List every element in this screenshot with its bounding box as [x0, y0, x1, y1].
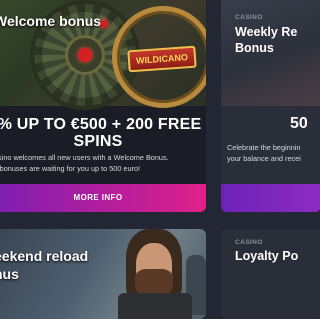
- description-line-2: c bonuses are waiting for you up to 500 …: [0, 164, 141, 173]
- red-gem-small: [100, 20, 108, 28]
- title-line-1: Weekly Re: [235, 25, 298, 39]
- card-description: Celebrate the beginnin your balance and …: [227, 142, 320, 164]
- title-line-2: Bonus: [235, 41, 274, 55]
- card-title: Loyalty Po: [235, 249, 299, 263]
- bonus-offer-text: 50: [290, 115, 308, 132]
- offer-line-2: SPINS: [73, 133, 123, 150]
- wildicano-logo: WILDICANO: [127, 45, 197, 73]
- promo-card-welcome-bonus[interactable]: WILDICANO Welcome bonus 0% UP TO €500 + …: [0, 0, 206, 212]
- title-line-2: nus: [0, 266, 19, 282]
- warrior-armor: [118, 293, 192, 319]
- promo-card-loyalty[interactable]: CASINO Loyalty Po: [221, 229, 320, 319]
- description-line-1: asino welcomes all new users with a Welc…: [0, 153, 169, 162]
- card-description: asino welcomes all new users with a Welc…: [0, 152, 204, 174]
- category-tag: CASINO: [235, 14, 263, 21]
- wheel-red-gem: [78, 48, 92, 62]
- title-line-1: eekend reload: [0, 248, 89, 264]
- description-line-1: Celebrate the beginnin: [227, 143, 301, 152]
- more-info-button[interactable]: [221, 184, 320, 212]
- card-title: Weekly Re Bonus: [235, 24, 297, 56]
- bonus-offer-text: 0% UP TO €500 + 200 FREE SPINS: [0, 116, 206, 150]
- offer-line-1: 0% UP TO €500 + 200 FREE: [0, 116, 202, 133]
- promo-card-weekly-reload[interactable]: CASINO Weekly Re Bonus 50 Celebrate the …: [221, 0, 320, 212]
- category-tag: CASINO: [235, 239, 263, 246]
- description-line-2: your balance and recei: [227, 154, 301, 163]
- card-title: eekend reload nus: [0, 247, 88, 283]
- promo-card-weekend-reload[interactable]: eekend reload nus: [0, 229, 206, 319]
- more-info-button[interactable]: MORE INFO: [0, 184, 206, 212]
- card-title: Welcome bonus: [0, 13, 102, 29]
